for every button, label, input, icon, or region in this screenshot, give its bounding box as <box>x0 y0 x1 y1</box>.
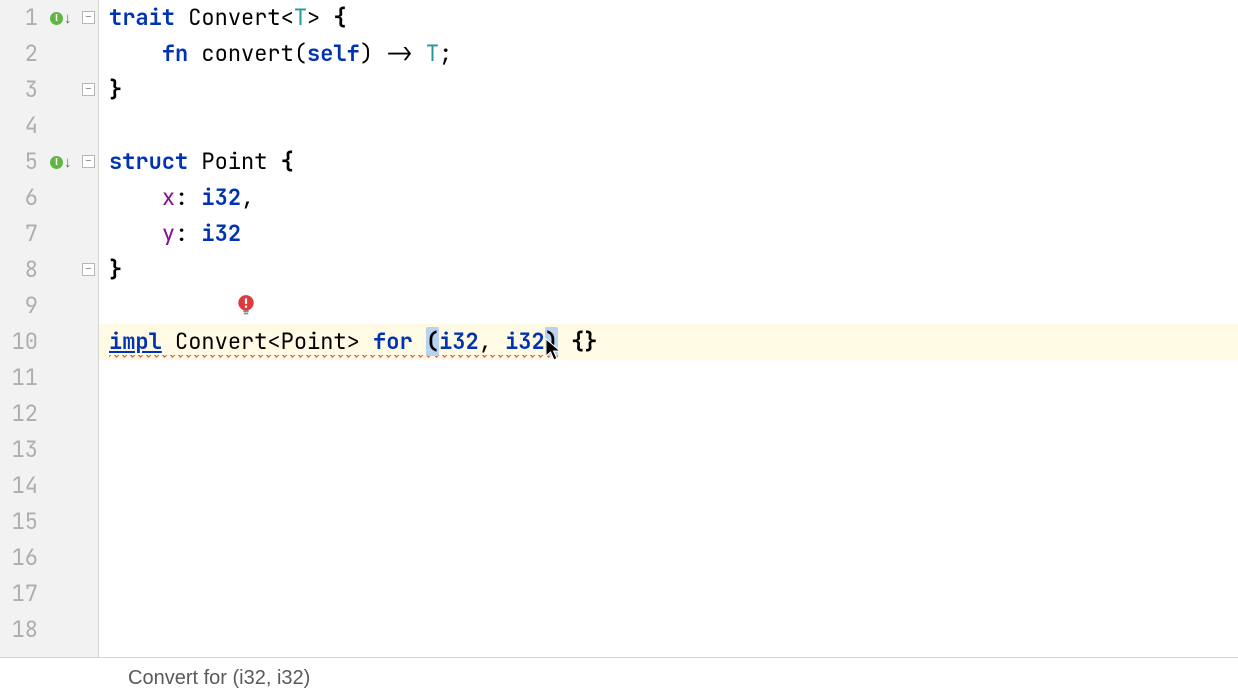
keyword: trait <box>109 3 175 32</box>
fold-toggle-icon[interactable]: − <box>82 263 95 276</box>
field-name: y <box>162 219 175 248</box>
line-number[interactable]: 12 <box>0 396 38 432</box>
type-name: Point <box>201 147 267 176</box>
line-number[interactable]: 5 <box>0 144 38 180</box>
code-line[interactable] <box>99 612 1238 648</box>
line-number[interactable]: 7 <box>0 216 38 252</box>
error-intention-bulb-icon[interactable] <box>235 294 257 316</box>
code-line[interactable]: struct Point { <box>99 144 1238 180</box>
code-line[interactable] <box>99 108 1238 144</box>
keyword: for <box>373 327 413 356</box>
line-number[interactable]: 8 <box>0 252 38 288</box>
return-type: T <box>426 39 439 68</box>
code-line[interactable] <box>99 360 1238 396</box>
trait-name: Convert <box>175 327 267 356</box>
line-number-column: 1 2 3 4 5 6 7 8 9 10 11 12 13 14 15 16 1… <box>0 0 44 657</box>
fold-toggle-icon[interactable]: − <box>82 83 95 96</box>
paren-open: ( <box>426 327 439 356</box>
code-line[interactable]: } <box>99 72 1238 108</box>
code-area[interactable]: trait Convert<T> { fn convert(self) -> T… <box>99 0 1238 657</box>
editor[interactable]: 1 2 3 4 5 6 7 8 9 10 11 12 13 14 15 16 1… <box>0 0 1238 657</box>
primitive-type: i32 <box>439 327 479 356</box>
breadcrumb-item[interactable]: Convert for (i32, i32) <box>128 667 310 690</box>
line-number[interactable]: 2 <box>0 36 38 72</box>
line-number[interactable]: 16 <box>0 540 38 576</box>
marker-column: I↓ I↓ <box>44 0 80 657</box>
code-line[interactable] <box>99 540 1238 576</box>
code-line[interactable]: y: i32 <box>99 216 1238 252</box>
line-number[interactable]: 10 <box>0 324 38 360</box>
line-number[interactable]: 17 <box>0 576 38 612</box>
implemented-icon[interactable]: I↓ <box>50 152 74 172</box>
keyword: fn <box>162 39 188 68</box>
code-line[interactable] <box>99 432 1238 468</box>
code-line[interactable]: trait Convert<T> { <box>99 0 1238 36</box>
fold-column: − − − − <box>80 0 98 657</box>
self-keyword: self <box>307 39 360 68</box>
implemented-icon[interactable]: I↓ <box>50 8 74 28</box>
keyword: struct <box>109 147 188 176</box>
line-number[interactable]: 18 <box>0 612 38 648</box>
line-number[interactable]: 14 <box>0 468 38 504</box>
keyword: impl <box>109 327 162 356</box>
code-line[interactable] <box>99 576 1238 612</box>
line-number[interactable]: 11 <box>0 360 38 396</box>
fold-toggle-icon[interactable]: − <box>82 11 95 24</box>
code-line[interactable]: } <box>99 252 1238 288</box>
line-number[interactable]: 6 <box>0 180 38 216</box>
code-line[interactable]: x: i32, <box>99 180 1238 216</box>
generic-param: T <box>294 3 307 32</box>
primitive-type: i32 <box>201 183 241 212</box>
fold-toggle-icon[interactable]: − <box>82 155 95 168</box>
line-number[interactable]: 4 <box>0 108 38 144</box>
fn-name: convert <box>188 39 294 68</box>
line-number[interactable]: 3 <box>0 72 38 108</box>
code-line[interactable] <box>99 396 1238 432</box>
type-name: Convert <box>188 3 280 32</box>
code-line[interactable] <box>99 468 1238 504</box>
paren-close: ) <box>545 327 558 356</box>
line-number[interactable]: 15 <box>0 504 38 540</box>
code-line-current[interactable]: impl Convert<Point> for (i32, i32) {} <box>99 324 1238 360</box>
code-line[interactable] <box>99 288 1238 324</box>
gutter: 1 2 3 4 5 6 7 8 9 10 11 12 13 14 15 16 1… <box>0 0 99 657</box>
primitive-type: i32 <box>201 219 241 248</box>
line-number[interactable]: 9 <box>0 288 38 324</box>
line-number[interactable]: 13 <box>0 432 38 468</box>
code-line[interactable]: fn convert(self) -> T; <box>99 36 1238 72</box>
code-line[interactable] <box>99 504 1238 540</box>
primitive-type: i32 <box>505 327 545 356</box>
breadcrumbs-bar[interactable]: Convert for (i32, i32) <box>0 657 1238 699</box>
type-arg: Point <box>281 327 347 356</box>
line-number[interactable]: 1 <box>0 0 38 36</box>
field-name: x <box>162 183 175 212</box>
